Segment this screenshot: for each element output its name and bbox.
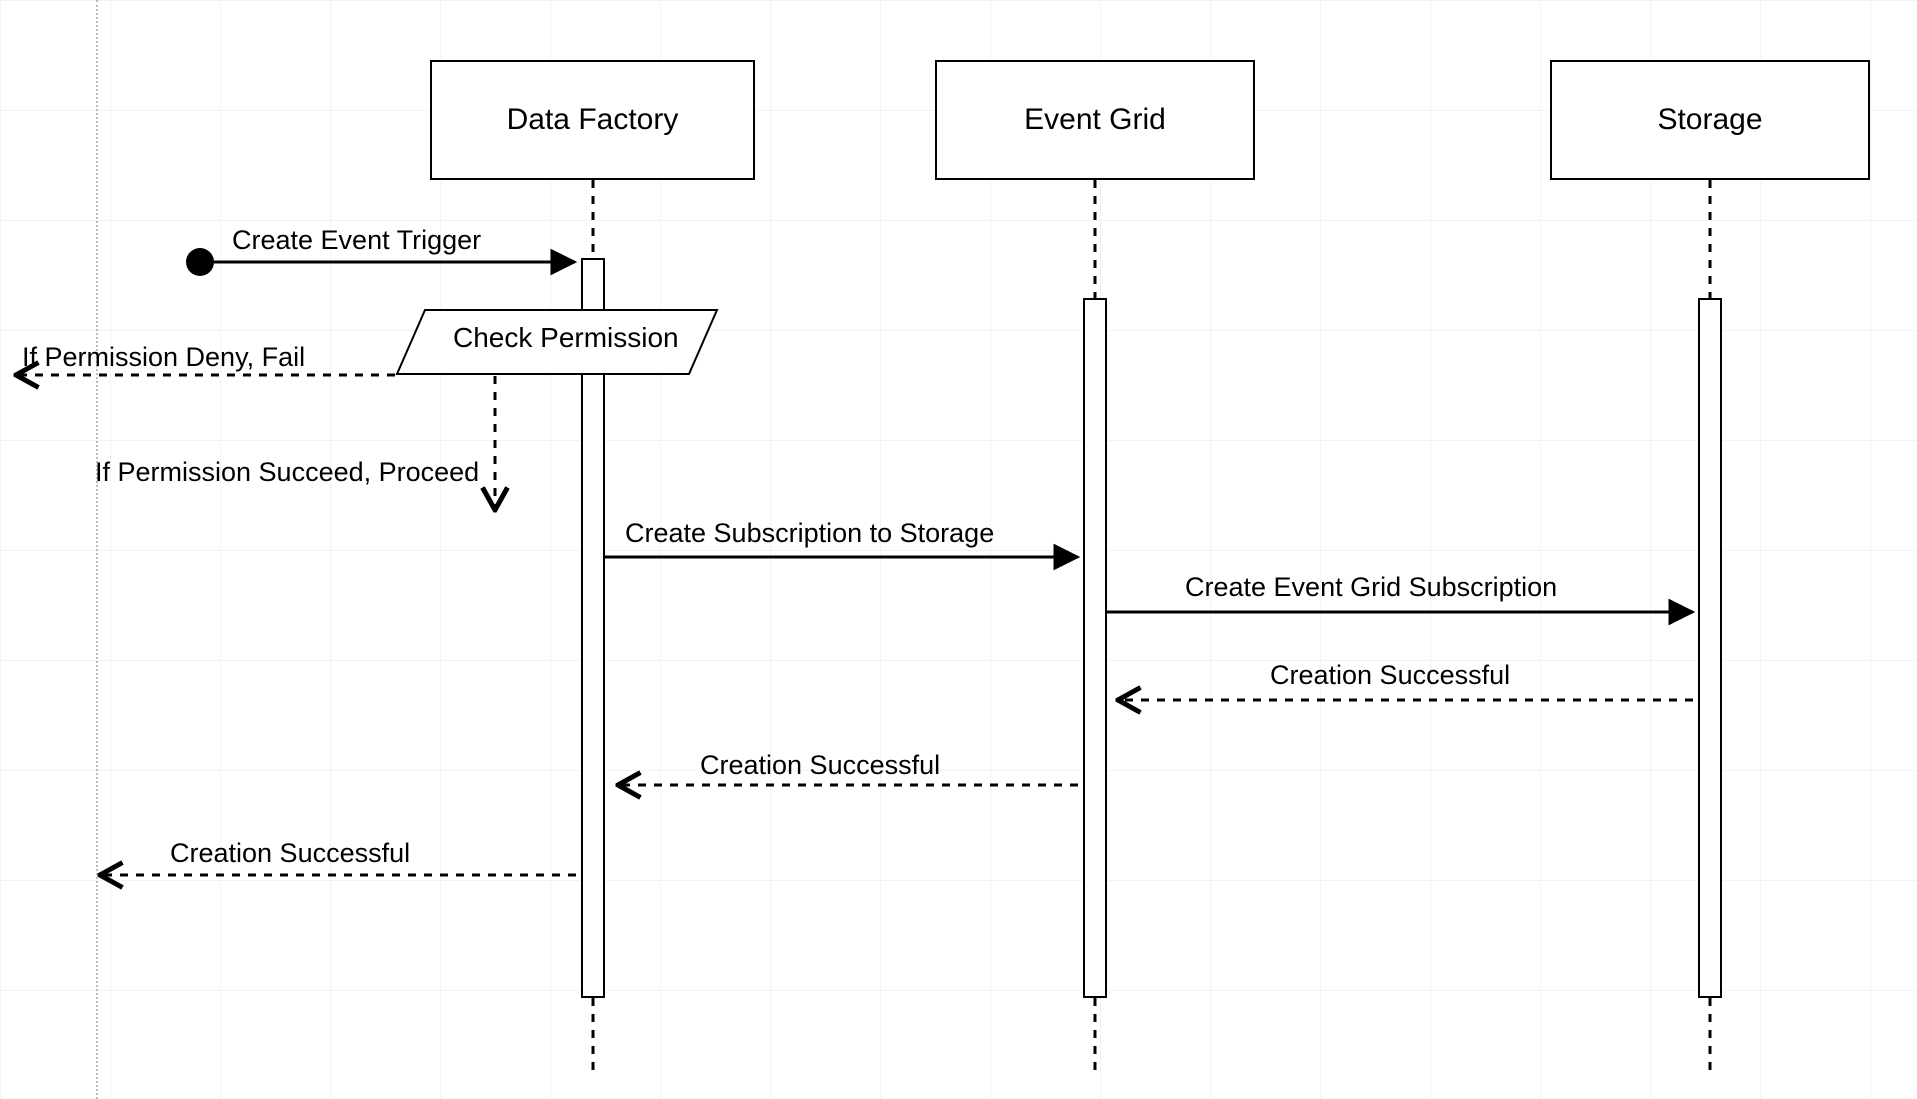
label-create-subscription: Create Subscription to Storage	[625, 518, 994, 549]
participant-event-grid-label: Event Grid	[1024, 103, 1166, 137]
participant-data-factory: Data Factory	[430, 60, 755, 180]
label-create-eg-subscription: Create Event Grid Subscription	[1185, 572, 1557, 603]
participant-storage-label: Storage	[1657, 103, 1762, 137]
label-creation-successful-3: Creation Successful	[170, 838, 410, 869]
check-permission-label: Check Permission	[453, 322, 679, 354]
label-permission-succeed: If Permission Succeed, Proceed	[95, 457, 479, 488]
check-permission-decision: Check Permission	[395, 308, 719, 376]
participant-storage: Storage	[1550, 60, 1870, 180]
label-create-event-trigger: Create Event Trigger	[232, 225, 481, 256]
participant-event-grid: Event Grid	[935, 60, 1255, 180]
participant-data-factory-label: Data Factory	[507, 103, 679, 137]
label-creation-successful-1: Creation Successful	[1270, 660, 1510, 691]
label-creation-successful-2: Creation Successful	[700, 750, 940, 781]
label-permission-deny: If Permission Deny, Fail	[22, 342, 305, 373]
